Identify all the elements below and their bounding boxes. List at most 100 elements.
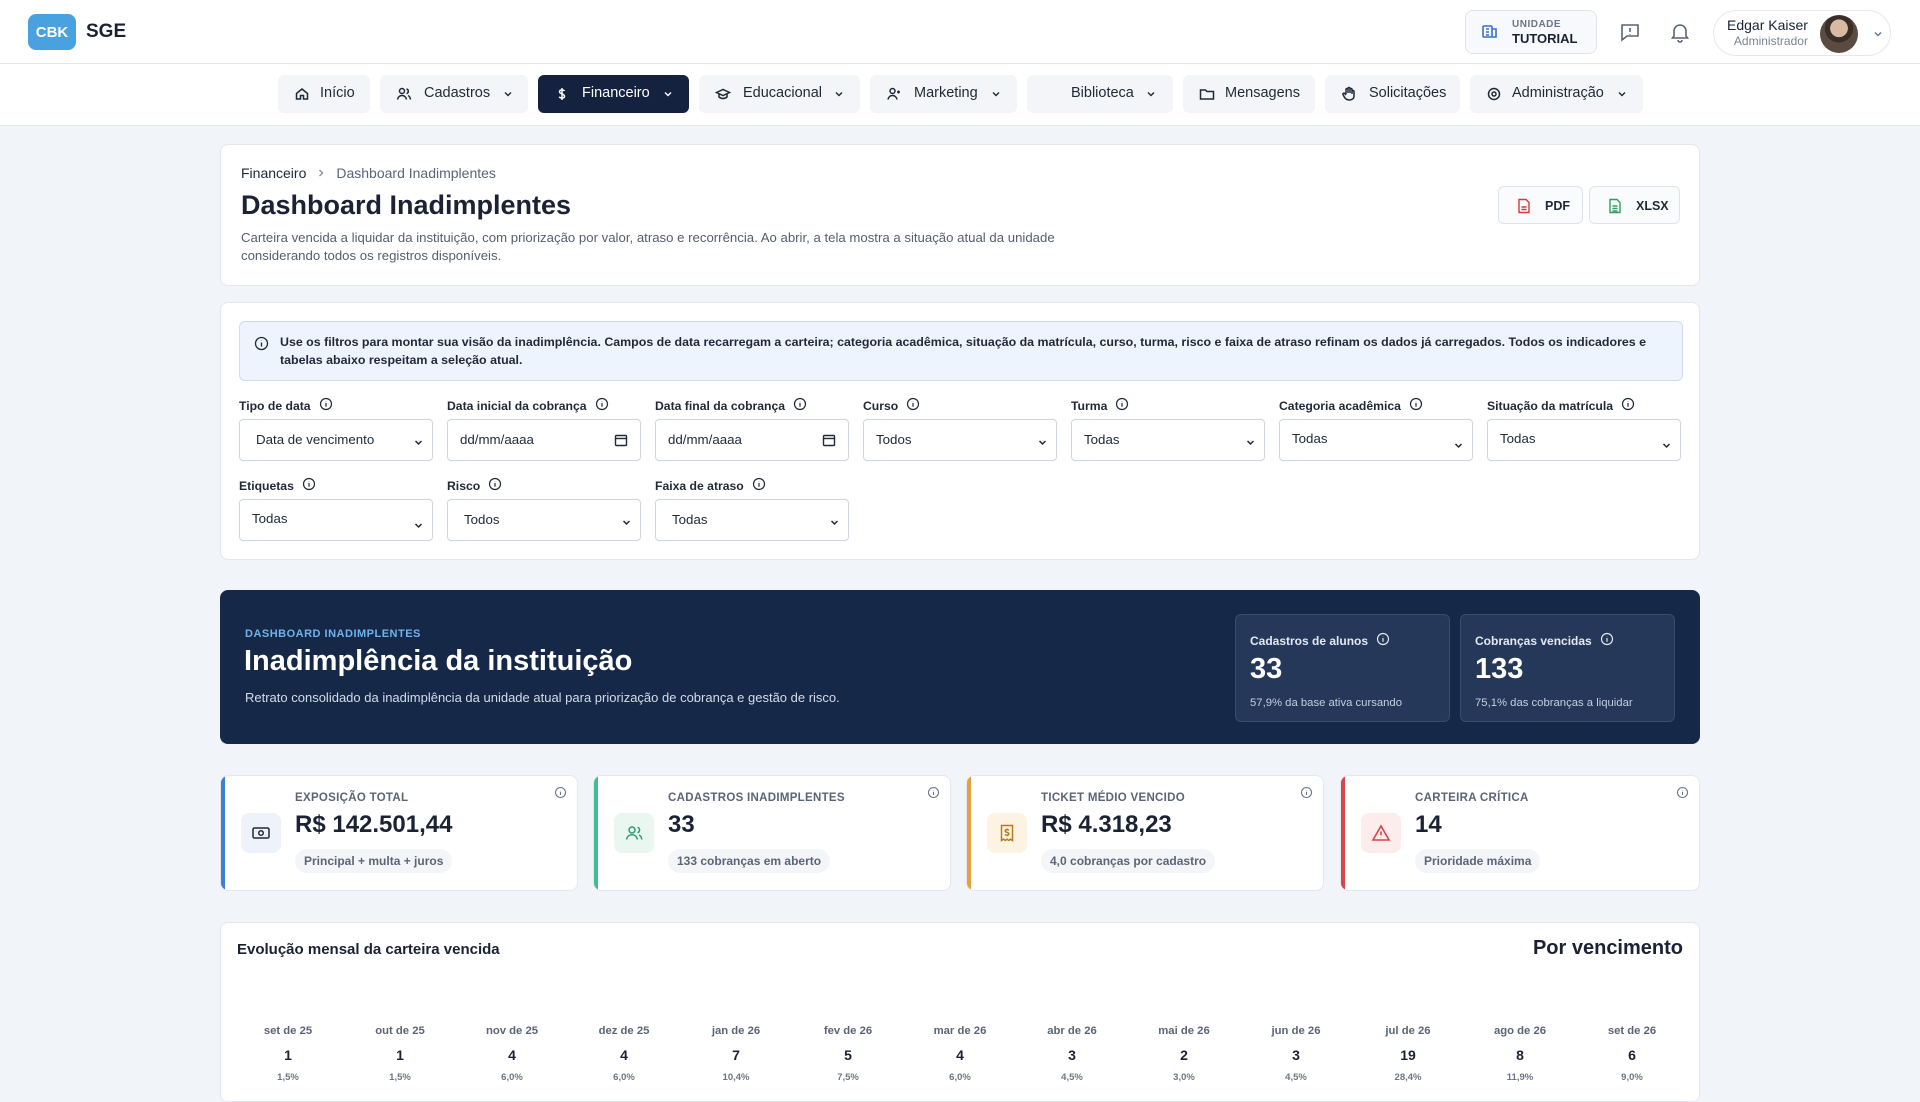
stat-value: 33	[1250, 653, 1283, 685]
chevron-down-icon	[1245, 436, 1256, 451]
info-icon	[254, 336, 269, 356]
nav-financeiro[interactable]: Financeiro	[538, 75, 689, 113]
evolution-card: Evolução mensal da carteira vencida Por …	[220, 922, 1700, 1102]
info-icon[interactable]	[1115, 397, 1129, 414]
filter-label-categoria: Categoria acadêmica	[1279, 397, 1423, 414]
feedback-icon[interactable]	[1618, 20, 1642, 44]
unit-label: UNIDADE	[1512, 18, 1562, 30]
breadcrumb-current: Dashboard Inadimplentes	[336, 165, 496, 181]
chevron-down-icon	[1453, 439, 1464, 454]
kpi-pill: 133 cobranças em aberto	[668, 849, 831, 873]
breadcrumb-parent[interactable]: Financeiro	[241, 165, 306, 181]
kpi-pill: Prioridade máxima	[1415, 849, 1541, 873]
filter-label-situacao: Situação da matrícula	[1487, 397, 1635, 414]
kpi-cadastros-inadimplentes: CADASTROS INADIMPLENTES 33 133 cobranças…	[593, 775, 951, 891]
app-logo[interactable]: CBK SGE	[28, 14, 126, 50]
nav-label: Marketing	[914, 85, 978, 101]
stat-sub: 75,1% das cobranças a liquidar	[1475, 697, 1633, 709]
filter-label-tipo-data: Tipo de data	[239, 397, 333, 414]
chevron-down-icon	[1661, 439, 1672, 454]
export-xlsx-label: XLSX	[1636, 199, 1669, 213]
calendar-icon	[614, 433, 628, 450]
categoria-select[interactable]: Todas	[1279, 419, 1473, 461]
nav-label: Financeiro	[582, 85, 650, 101]
kpi-accent-bar	[1341, 776, 1345, 890]
month-column: set de 26 6 9,0%	[1607, 1025, 1657, 1083]
filters-card: Use os filtros para montar sua visão da …	[220, 302, 1700, 560]
curso-select[interactable]: Todos	[863, 419, 1057, 461]
info-icon[interactable]	[302, 477, 316, 494]
kpi-value: 33	[668, 811, 695, 838]
user-menu[interactable]: Edgar Kaiser Administrador	[1713, 10, 1891, 56]
chevron-down-icon	[990, 88, 1002, 104]
info-icon[interactable]	[906, 397, 920, 414]
filter-label-data-inicial: Data inicial da cobrança	[447, 397, 609, 414]
stat-sub: 57,9% da base ativa cursando	[1250, 697, 1402, 709]
filter-label-curso: Curso	[863, 397, 920, 414]
receipt-icon	[987, 813, 1027, 853]
hand-icon	[1341, 86, 1357, 102]
nav-cadastros[interactable]: Cadastros	[380, 75, 528, 113]
nav-label: Solicitações	[1369, 85, 1447, 101]
etiquetas-select[interactable]: Todas	[239, 499, 433, 541]
month-column: fev de 26 5 7,5%	[823, 1025, 873, 1083]
info-icon[interactable]	[595, 397, 609, 414]
nav-inicio[interactable]: Início	[278, 75, 370, 113]
nav-educacional[interactable]: Educacional	[699, 75, 860, 113]
month-column: jan de 26 7 10,4%	[711, 1025, 761, 1083]
export-pdf-button[interactable]: PDF	[1498, 186, 1583, 224]
users-icon	[396, 86, 412, 102]
risco-select[interactable]: Todos	[447, 499, 641, 541]
faixa-select[interactable]: Todas	[655, 499, 849, 541]
nav-label: Cadastros	[424, 85, 491, 101]
info-icon[interactable]	[1376, 632, 1390, 649]
info-icon[interactable]	[1409, 397, 1423, 414]
info-icon[interactable]	[488, 477, 502, 494]
stat-value: 133	[1475, 653, 1524, 685]
chevron-down-icon	[413, 519, 424, 534]
users-icon	[614, 813, 654, 853]
info-icon[interactable]	[793, 397, 807, 414]
tipo-data-select[interactable]: Data de vencimento	[239, 419, 433, 461]
data-final-input[interactable]: dd/mm/aaaa	[655, 419, 849, 461]
top-bar: CBK SGE UNIDADE TUTORIAL Edgar Kaiser Ad…	[0, 0, 1920, 64]
filter-label-etiquetas: Etiquetas	[239, 477, 316, 494]
info-icon[interactable]	[1621, 397, 1635, 414]
month-column: ago de 26 8 11,9%	[1493, 1025, 1547, 1083]
nav-mensagens[interactable]: Mensagens	[1183, 75, 1315, 113]
info-icon[interactable]	[1300, 786, 1313, 804]
info-icon[interactable]	[927, 786, 940, 804]
warning-icon	[1361, 813, 1401, 853]
data-inicial-input[interactable]: dd/mm/aaaa	[447, 419, 641, 461]
info-icon[interactable]	[554, 786, 567, 804]
nav-marketing[interactable]: Marketing	[870, 75, 1017, 113]
month-column: out de 25 1 1,5%	[375, 1025, 425, 1083]
nav-solicitacoes[interactable]: Solicitações	[1325, 75, 1460, 113]
bell-icon[interactable]	[1668, 20, 1692, 44]
info-icon[interactable]	[1600, 632, 1614, 649]
info-icon[interactable]	[1676, 786, 1689, 804]
evolution-mode[interactable]: Por vencimento	[1533, 937, 1683, 960]
chevron-down-icon	[829, 516, 840, 531]
chevron-down-icon	[413, 436, 424, 451]
folder-icon	[1199, 86, 1215, 102]
chevron-down-icon	[833, 88, 845, 104]
chevron-down-icon	[1616, 88, 1628, 104]
nav-administracao[interactable]: Administração	[1470, 75, 1643, 113]
turma-select[interactable]: Todas	[1071, 419, 1265, 461]
chevron-down-icon	[1872, 27, 1884, 45]
info-icon[interactable]	[319, 397, 333, 414]
hero-stat-cobrancas: Cobranças vencidas 133 75,1% das cobranç…	[1460, 614, 1675, 722]
filters-info-text: Use os filtros para montar sua visão da …	[280, 335, 1647, 367]
export-pdf-label: PDF	[1545, 199, 1570, 213]
month-column: nov de 25 4 6,0%	[485, 1025, 539, 1083]
chevron-down-icon	[502, 88, 514, 104]
info-icon[interactable]	[752, 477, 766, 494]
unit-selector[interactable]: UNIDADE TUTORIAL	[1465, 10, 1597, 54]
kpi-exposicao-total: EXPOSIÇÃO TOTAL R$ 142.501,44 Principal …	[220, 775, 578, 891]
situacao-select[interactable]: Todas	[1487, 419, 1681, 461]
nav-biblioteca[interactable]: Biblioteca	[1027, 75, 1173, 113]
export-xlsx-button[interactable]: XLSX	[1589, 186, 1680, 224]
breadcrumb: Financeiro Dashboard Inadimplentes	[241, 165, 496, 181]
user-role: Administrador	[1733, 34, 1808, 48]
